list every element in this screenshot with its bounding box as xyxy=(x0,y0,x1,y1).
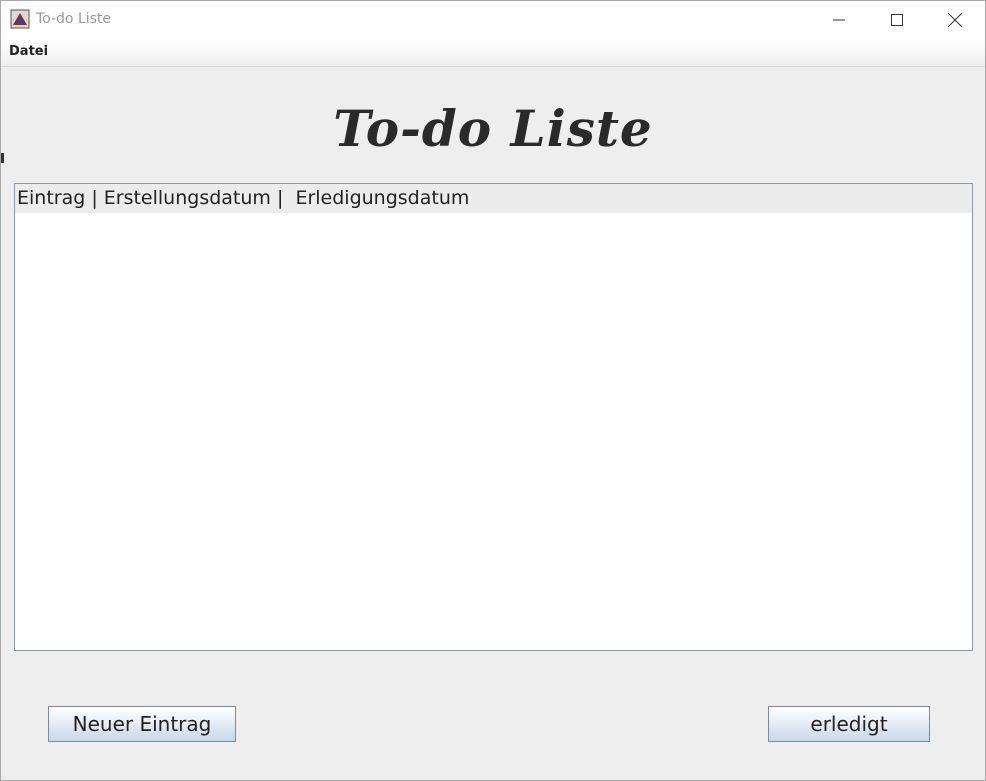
list-header-label: Eintrag | Erstellungsdatum | Erledigungs… xyxy=(17,187,470,209)
title-bar[interactable]: To-do Liste xyxy=(1,1,985,39)
new-entry-button[interactable]: Neuer Eintrag xyxy=(48,706,236,742)
maximize-icon xyxy=(891,14,903,26)
close-icon xyxy=(948,13,962,27)
page-title: To-do Liste xyxy=(333,99,653,158)
minimize-icon xyxy=(833,19,845,21)
minimize-button[interactable] xyxy=(810,1,868,39)
close-button[interactable] xyxy=(926,1,984,39)
menu-datei[interactable]: Datei xyxy=(9,44,48,59)
done-button[interactable]: erledigt xyxy=(768,706,930,742)
maximize-button[interactable] xyxy=(868,1,926,39)
list-header: Eintrag | Erstellungsdatum | Erledigungs… xyxy=(15,184,972,213)
app-window: To-do Liste Datei To-do Liste Eintrag | … xyxy=(0,0,986,781)
window-title: To-do Liste xyxy=(36,11,112,27)
menu-bar: Datei xyxy=(1,39,985,67)
todo-list[interactable]: Eintrag | Erstellungsdatum | Erledigungs… xyxy=(14,183,973,651)
java-app-icon xyxy=(10,9,30,29)
